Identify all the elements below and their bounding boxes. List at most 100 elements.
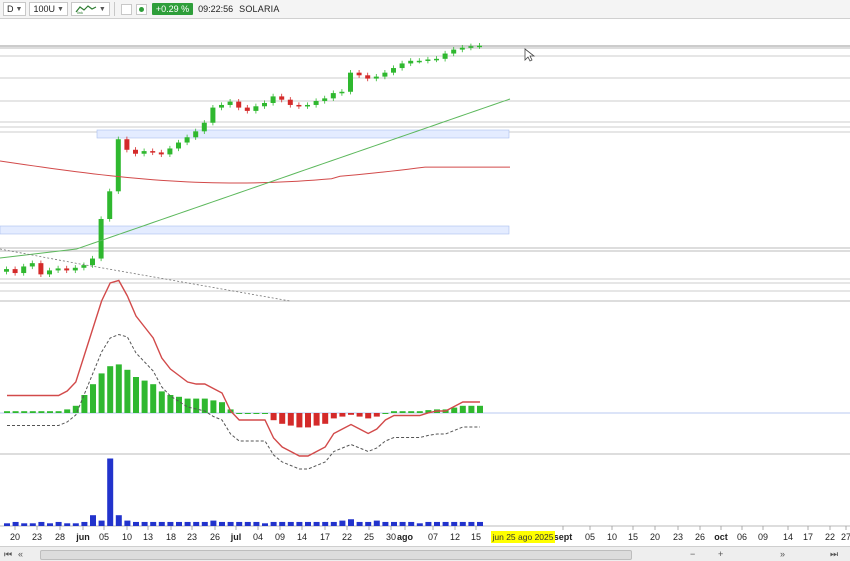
momentum-bar	[133, 377, 139, 413]
period-selector[interactable]: D ▼	[3, 2, 27, 16]
candle	[313, 101, 319, 105]
volume-bar	[193, 521, 200, 526]
date-tick-label: 17	[803, 532, 813, 542]
checkbox-toggle[interactable]	[120, 3, 132, 15]
momentum-bar	[382, 413, 389, 414]
momentum-bar	[115, 364, 122, 413]
volume-bar	[72, 523, 79, 526]
candle	[391, 68, 396, 73]
volume-bar	[253, 521, 260, 526]
candle	[425, 59, 431, 61]
volume-bar	[55, 521, 62, 526]
volume-bar	[210, 520, 217, 526]
volume-bar	[330, 521, 337, 526]
momentum-bar	[253, 413, 260, 414]
volume-bar	[305, 521, 311, 526]
indicator-button[interactable]: link ▼	[70, 2, 110, 16]
candle	[72, 267, 78, 271]
scroll-left-icon[interactable]: «	[18, 547, 23, 561]
price-panel	[0, 43, 511, 302]
candle	[442, 53, 448, 59]
momentum-bar	[313, 413, 320, 426]
momentum-bar	[47, 411, 53, 413]
momentum-bar	[236, 413, 243, 414]
zoom-in-icon[interactable]: +	[718, 547, 723, 561]
volume-bar	[339, 520, 346, 526]
bars-label: 100U	[33, 4, 55, 14]
momentum-bar	[279, 413, 286, 424]
indicator-wave-icon: link	[75, 5, 97, 14]
scroll-start-icon[interactable]: ⏮	[4, 547, 12, 561]
momentum-bar	[408, 411, 415, 413]
toolbar-divider	[113, 2, 115, 16]
momentum-bar	[141, 380, 148, 413]
candle	[167, 148, 173, 155]
volume-bar	[279, 521, 286, 526]
candle	[227, 101, 233, 105]
volume-bar	[459, 521, 466, 526]
volume-bar	[201, 521, 208, 526]
volume-bar	[313, 521, 320, 526]
volume-bar	[382, 521, 389, 526]
candle	[201, 122, 207, 132]
zone-box	[96, 129, 510, 139]
date-tick-label: 26	[210, 532, 220, 542]
volume-bar	[399, 521, 406, 526]
momentum-bar	[451, 407, 458, 413]
date-tick-label: jul	[230, 532, 242, 542]
candle	[270, 96, 276, 103]
candle	[107, 191, 113, 219]
candle	[477, 45, 482, 48]
volume-bar	[227, 521, 234, 526]
momentum-bar	[4, 411, 10, 413]
date-tick-label: 13	[143, 532, 153, 542]
ma-dotted-line	[0, 248, 291, 302]
bars-selector[interactable]: 100U ▼	[29, 2, 68, 16]
chart-toolbar: D ▼ 100U ▼ link ▼ +0.29 % 09:22:56 SOLAR…	[0, 0, 850, 19]
volume-bar	[296, 521, 303, 526]
dot-toggle[interactable]	[135, 3, 147, 15]
candle	[124, 139, 130, 150]
momentum-bar	[55, 411, 62, 413]
volume-bar	[21, 523, 28, 526]
scroll-thumb[interactable]	[40, 550, 632, 560]
volume-bar	[150, 521, 157, 526]
volume-bar	[244, 521, 251, 526]
candle	[322, 98, 328, 102]
date-tick-label: 20	[10, 532, 20, 542]
scroll-right-icon[interactable]: »	[780, 547, 785, 561]
momentum-bar	[12, 411, 19, 413]
candle	[451, 49, 457, 54]
candle	[296, 104, 302, 107]
momentum-bar	[416, 411, 423, 413]
volume-bar	[176, 521, 182, 526]
chart-scrollbar[interactable]: ⏮ « − + » ⏭	[0, 546, 850, 561]
volume-bar	[4, 523, 10, 526]
momentum-bar	[305, 413, 311, 428]
volume-panel	[4, 458, 483, 526]
volume-bar	[391, 521, 397, 526]
zoom-out-icon[interactable]: −	[690, 547, 695, 561]
volume-bar	[81, 521, 88, 526]
date-tick-label: 09	[758, 532, 768, 542]
date-tick-label: 15	[628, 532, 638, 542]
momentum-bar	[38, 411, 45, 413]
volume-bar	[270, 521, 277, 526]
volume-bar	[262, 523, 268, 526]
date-tick-label: 30	[386, 532, 396, 542]
price-chart[interactable]: 20 23 28 jun 05 10 13 18 23 26 jul 04 09 14 17 22 25 30 ag…	[0, 19, 850, 546]
scroll-end-icon[interactable]: ⏭	[830, 547, 838, 561]
candle	[262, 102, 267, 107]
candle	[330, 93, 336, 99]
svg-text:link: link	[77, 10, 83, 14]
candle	[150, 151, 156, 153]
date-tick-label: oct	[714, 532, 728, 542]
candle	[193, 131, 199, 138]
date-tick-label: 10	[122, 532, 132, 542]
date-tick-label: 26	[695, 532, 705, 542]
volume-bar	[38, 521, 45, 526]
candle	[21, 266, 27, 274]
momentum-bar	[348, 413, 354, 415]
candle	[305, 104, 310, 107]
cursor-date-label: jun 25 ago 2025	[492, 532, 554, 542]
